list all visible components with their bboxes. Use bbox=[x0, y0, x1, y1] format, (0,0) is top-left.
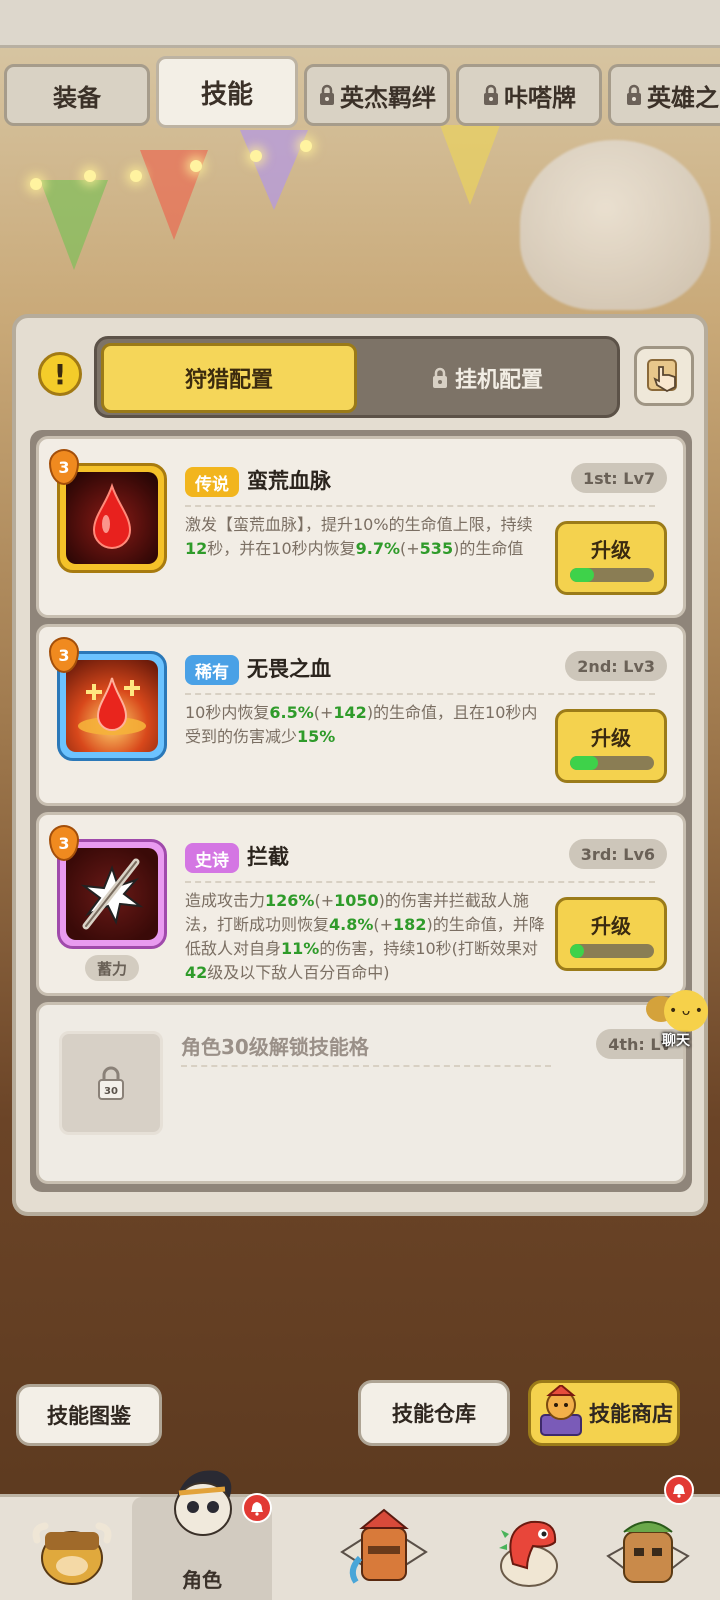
notification-bell-icon bbox=[242, 1493, 272, 1523]
lock-icon bbox=[320, 84, 334, 105]
skill-config-panel: ! 狩猎配置 挂机配置 3 传说 蛮荒血脉 1st: Lv7 激发【蛮荒血脉】，… bbox=[12, 314, 708, 1216]
rarity-badge: 传说 bbox=[185, 467, 239, 497]
rarity-badge: 史诗 bbox=[185, 843, 239, 873]
fearless-blood-icon bbox=[78, 677, 146, 735]
skill-name: 拦截 bbox=[247, 845, 289, 869]
rarity-badge: 稀有 bbox=[185, 655, 239, 685]
tab-equipment[interactable]: 装备 bbox=[4, 64, 150, 126]
skill-shop-button[interactable]: 技能商店 bbox=[528, 1380, 680, 1446]
upgrade-label: 升级 bbox=[591, 914, 631, 938]
nav-label-character: 角色 bbox=[182, 1568, 222, 1592]
bottom-nav-bar: 角色 bbox=[0, 1470, 720, 1600]
top-tab-bar: 装备 技能 英杰羁绊 咔嗒牌 英雄之 bbox=[0, 56, 720, 130]
top-stone-strip bbox=[0, 0, 720, 48]
skill-description: 造成攻击力126%(+1050)的伤害并拦截敌人施法，打断成功则恢复4.8%(+… bbox=[185, 891, 545, 982]
divider bbox=[185, 881, 655, 883]
charge-tag: 蓄力 bbox=[85, 955, 140, 981]
tab-label: 技能 bbox=[200, 79, 253, 110]
tab-hero-more[interactable]: 英雄之 bbox=[608, 64, 720, 126]
nav-item-tribe[interactable] bbox=[0, 1497, 144, 1600]
tab-label: 英雄之 bbox=[647, 83, 719, 112]
shop-merchant-icon bbox=[540, 1385, 582, 1436]
notification-bell-icon bbox=[664, 1475, 694, 1505]
upgrade-progress-bar bbox=[570, 944, 654, 958]
chat-label: 聊天 bbox=[662, 1033, 690, 1049]
info-warning-button[interactable]: ! bbox=[38, 352, 82, 396]
hunt-config-tab[interactable]: 狩猎配置 bbox=[101, 343, 357, 413]
slot-level-tag: 2nd: Lv3 bbox=[565, 651, 667, 681]
character-portrait-icon bbox=[174, 1470, 232, 1536]
exclamation-icon: ! bbox=[53, 357, 67, 391]
chat-button[interactable]: • ᴗ • 聊天 bbox=[646, 990, 720, 1049]
skill-name: 蛮荒血脉 bbox=[247, 469, 331, 493]
smiley-icon: • ᴗ • bbox=[664, 990, 708, 1032]
locked-skill-slot[interactable]: 30 角色30级解锁技能格 4th: Lv bbox=[36, 1002, 686, 1184]
divider bbox=[185, 693, 655, 695]
guide-button[interactable] bbox=[634, 346, 694, 406]
red-dino-icon bbox=[499, 1520, 558, 1587]
nav-item-character[interactable]: 角色 bbox=[132, 1470, 272, 1600]
skill-shop-label: 技能商店 bbox=[589, 1402, 673, 1426]
idle-config-tab[interactable]: 挂机配置 bbox=[359, 343, 615, 413]
tab-label: 装备 bbox=[53, 83, 101, 112]
nav-item-totem[interactable] bbox=[312, 1497, 456, 1600]
upgrade-button[interactable]: 升级 bbox=[555, 897, 667, 971]
skill-description: 激发【蛮荒血脉】，提升10%的生命值上限，持续12秒，并在10秒内恢复9.7%(… bbox=[185, 515, 533, 558]
slot-level-tag: 1st: Lv7 bbox=[570, 463, 667, 493]
tab-label: 英杰羁绊 bbox=[340, 83, 436, 112]
tab-label: 咔嗒牌 bbox=[504, 83, 576, 112]
tab-skills[interactable]: 技能 bbox=[156, 56, 298, 128]
lock-icon bbox=[627, 84, 641, 105]
bison-chief-icon bbox=[32, 1522, 112, 1585]
skill-card[interactable]: 3 稀有 无畏之血 2nd: Lv3 10秒内恢复6.5%(+142)的生命值，… bbox=[36, 624, 686, 806]
lock-icon: 30 bbox=[98, 1066, 124, 1100]
intercept-icon bbox=[80, 858, 144, 930]
upgrade-button[interactable]: 升级 bbox=[555, 709, 667, 783]
skill-card[interactable]: 3 蓄力 史诗 拦截 3rd: Lv6 造成攻击力126%(+1050)的伤害并… bbox=[36, 812, 686, 996]
locked-slot-title: 角色30级解锁技能格 bbox=[181, 1035, 369, 1059]
skill-slot-list: 3 传说 蛮荒血脉 1st: Lv7 激发【蛮荒血脉】，提升10%的生命值上限，… bbox=[30, 430, 692, 1192]
locked-slot-box: 30 bbox=[59, 1031, 163, 1135]
lock-icon bbox=[432, 367, 447, 388]
skill-card[interactable]: 3 传说 蛮荒血脉 1st: Lv7 激发【蛮荒血脉】，提升10%的生命值上限，… bbox=[36, 436, 686, 618]
skill-name: 无畏之血 bbox=[247, 657, 331, 681]
svg-text:30: 30 bbox=[104, 1086, 118, 1097]
upgrade-label: 升级 bbox=[591, 726, 631, 750]
upgrade-button[interactable]: 升级 bbox=[555, 521, 667, 595]
upgrade-label: 升级 bbox=[591, 538, 631, 562]
nav-item-guardian[interactable] bbox=[576, 1475, 720, 1600]
divider bbox=[185, 505, 655, 507]
blood-drop-icon bbox=[92, 482, 132, 549]
lock-icon bbox=[484, 84, 498, 105]
idle-config-label: 挂机配置 bbox=[454, 368, 543, 393]
skill-codex-button[interactable]: 技能图鉴 bbox=[16, 1384, 162, 1446]
tab-click-cards[interactable]: 咔嗒牌 bbox=[456, 64, 602, 126]
stone-guardian-icon bbox=[606, 1521, 690, 1583]
upgrade-progress-bar bbox=[570, 568, 654, 582]
config-segment-control: 狩猎配置 挂机配置 bbox=[94, 336, 620, 418]
skill-codex-label: 技能图鉴 bbox=[47, 1404, 131, 1428]
divider bbox=[181, 1065, 551, 1067]
slot-level-tag: 3rd: Lv6 bbox=[568, 839, 667, 869]
upgrade-progress-bar bbox=[570, 756, 654, 770]
hunt-config-label: 狩猎配置 bbox=[184, 368, 273, 393]
skill-warehouse-button[interactable]: 技能仓库 bbox=[358, 1380, 510, 1446]
hand-guide-icon bbox=[647, 359, 677, 393]
skill-warehouse-label: 技能仓库 bbox=[392, 1402, 476, 1426]
skill-description: 10秒内恢复6.5%(+142)的生命值，且在10秒内受到的伤害减少15% bbox=[185, 703, 538, 746]
tab-hero-bond[interactable]: 英杰羁绊 bbox=[304, 64, 450, 126]
totem-mask-icon bbox=[340, 1508, 428, 1584]
